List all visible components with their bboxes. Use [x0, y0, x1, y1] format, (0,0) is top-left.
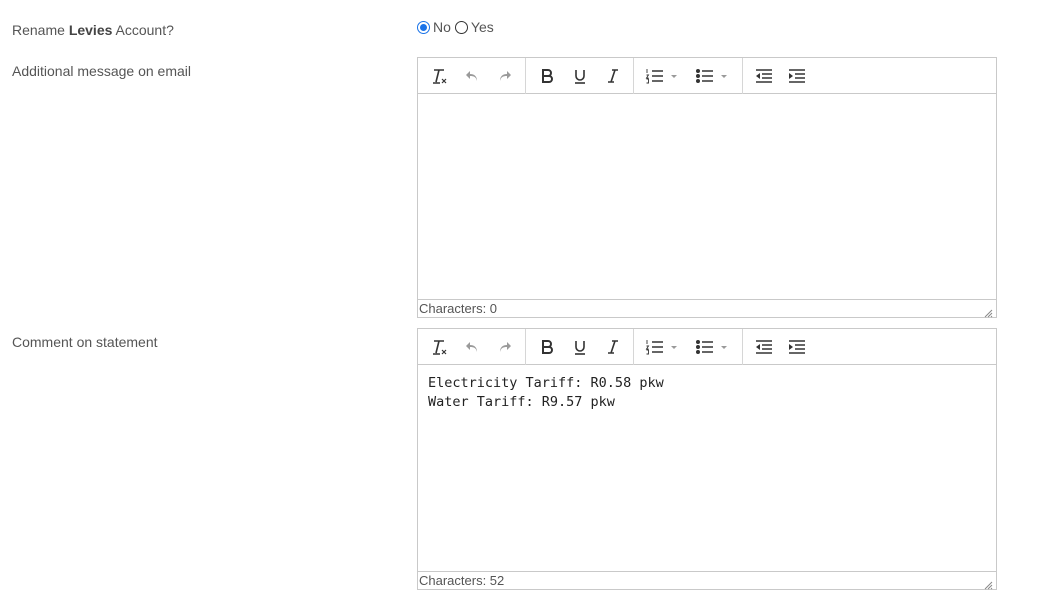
outdent-icon — [755, 339, 773, 355]
editor-toolbar — [418, 328, 996, 365]
bullet-list-icon — [695, 339, 731, 355]
undo-button[interactable] — [455, 332, 488, 362]
statement-comment-statusbar: Characters: 52 — [418, 571, 996, 590]
undo-button[interactable] — [455, 61, 488, 91]
numbered-list-icon — [645, 339, 681, 355]
underline-icon — [572, 68, 588, 84]
indent-button[interactable] — [780, 61, 813, 91]
underline-button[interactable] — [563, 332, 596, 362]
redo-icon — [497, 68, 513, 84]
toolbar-group-lists — [634, 328, 743, 365]
email-character-count: Characters: 0 — [419, 301, 498, 316]
clear-format-icon — [430, 338, 448, 356]
rename-label-suffix: Account? — [112, 22, 174, 38]
rename-levies-label: Rename Levies Account? — [12, 22, 174, 38]
bold-button[interactable] — [530, 61, 563, 91]
bold-button[interactable] — [530, 332, 563, 362]
toolbar-group-format — [526, 328, 634, 365]
bold-icon — [539, 339, 555, 355]
rename-radio-group: No Yes — [417, 19, 496, 35]
italic-icon — [605, 68, 621, 84]
indent-icon — [788, 68, 806, 84]
undo-icon — [464, 339, 480, 355]
redo-button[interactable] — [488, 332, 521, 362]
content-line: Electricity Tariff: R0.58 pkw — [428, 375, 664, 391]
toolbar-group-indent — [743, 329, 817, 365]
radio-yes[interactable] — [454, 20, 468, 34]
email-message-editor: Characters: 0 — [417, 57, 997, 318]
statement-comment-textarea[interactable]: Electricity Tariff: R0.58 pkw Water Tari… — [418, 365, 996, 571]
toolbar-group-history — [418, 328, 526, 365]
outdent-button[interactable] — [747, 61, 780, 91]
underline-icon — [572, 339, 588, 355]
italic-button[interactable] — [596, 332, 629, 362]
bold-icon — [539, 68, 555, 84]
toolbar-group-indent — [743, 58, 817, 94]
editor-toolbar — [418, 57, 996, 94]
rename-label-bold: Levies — [68, 22, 113, 38]
radio-no[interactable] — [417, 20, 430, 34]
bullet-list-icon — [695, 68, 731, 84]
italic-button[interactable] — [596, 61, 629, 91]
statement-character-count: Characters: 52 — [419, 573, 505, 588]
resize-handle-icon[interactable] — [984, 305, 993, 318]
email-message-label: Additional message on email — [12, 63, 191, 79]
rename-label-prefix: Rename — [12, 22, 69, 38]
radio-no-label[interactable]: No — [433, 19, 451, 35]
email-message-textarea[interactable] — [418, 94, 996, 299]
numbered-list-icon — [645, 68, 681, 84]
statement-comment-editor: Electricity Tariff: R0.58 pkw Water Tari… — [417, 328, 997, 590]
statement-comment-label: Comment on statement — [12, 334, 158, 350]
italic-icon — [605, 339, 621, 355]
bullet-list-button[interactable] — [688, 61, 738, 91]
email-message-statusbar: Characters: 0 — [418, 299, 996, 318]
content-line: Water Tariff: R9.57 pkw — [428, 394, 615, 410]
redo-icon — [497, 339, 513, 355]
redo-button[interactable] — [488, 61, 521, 91]
numbered-list-button[interactable] — [638, 61, 688, 91]
outdent-button[interactable] — [747, 332, 780, 362]
undo-icon — [464, 68, 480, 84]
toolbar-group-format — [526, 57, 634, 94]
clear-format-button[interactable] — [422, 61, 455, 91]
resize-handle-icon[interactable] — [984, 577, 993, 590]
underline-button[interactable] — [563, 61, 596, 91]
clear-format-button[interactable] — [422, 332, 455, 362]
numbered-list-button[interactable] — [638, 332, 688, 362]
toolbar-group-history — [418, 57, 526, 94]
clear-format-icon — [430, 67, 448, 85]
toolbar-group-lists — [634, 57, 743, 94]
radio-yes-label[interactable]: Yes — [471, 19, 494, 35]
indent-icon — [788, 339, 806, 355]
bullet-list-button[interactable] — [688, 332, 738, 362]
indent-button[interactable] — [780, 332, 813, 362]
outdent-icon — [755, 68, 773, 84]
